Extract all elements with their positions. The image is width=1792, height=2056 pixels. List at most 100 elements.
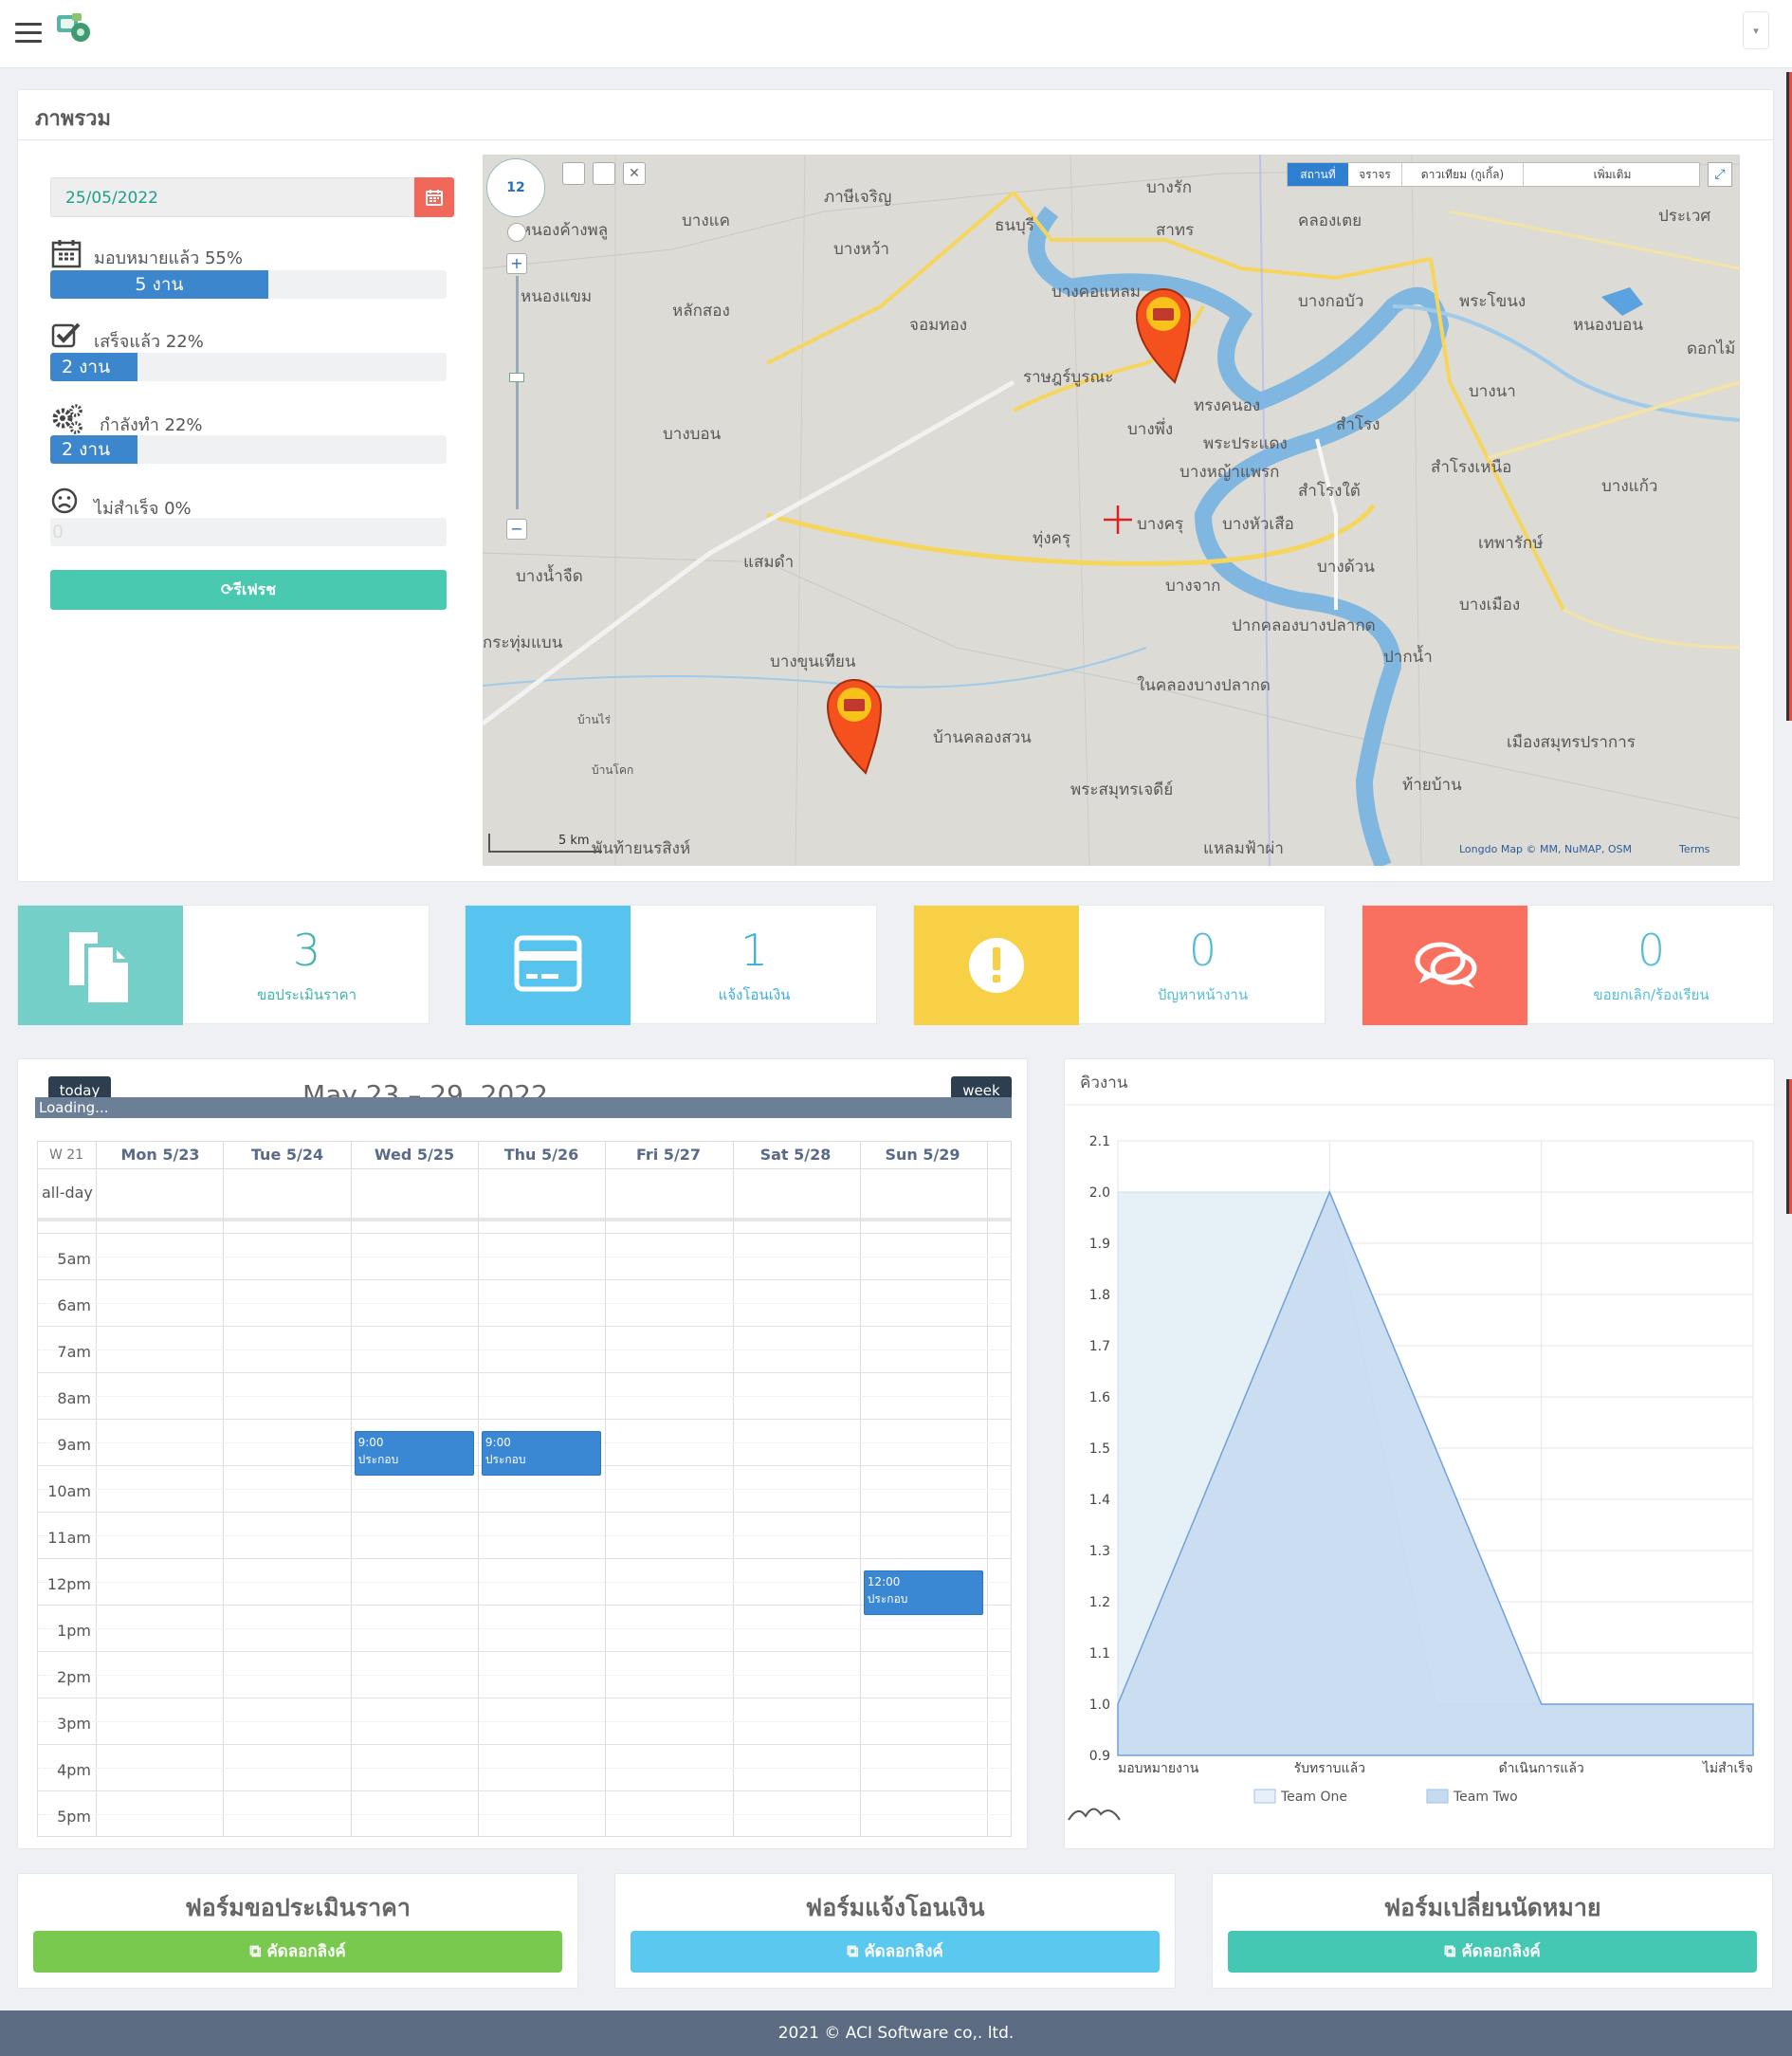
copy-link-button[interactable]: ⧉ คัดลอกลิงค์ (631, 1931, 1160, 1973)
map-zoom-slider[interactable] (516, 276, 519, 509)
calendar-time-label: 9am (57, 1436, 91, 1454)
svg-text:สาทร: สาทร (1156, 221, 1194, 240)
kpi-transfer-label: แจ้งโอนเงิน (718, 986, 791, 1003)
svg-text:ดอกไม้: ดอกไม้ (1687, 339, 1735, 358)
grid-line (477, 1142, 479, 1836)
y-tick-label: 1.6 (1089, 1390, 1110, 1405)
map-view[interactable]: บางรัก สาทร คลองเตย ธนบุรี บางคอแหลม จอม… (483, 155, 1740, 866)
x-tick-label: ไม่สำเร็จ (1702, 1759, 1753, 1776)
map-streetview-icon[interactable] (507, 223, 526, 242)
map-zoom-out-button[interactable]: − (506, 519, 527, 540)
stat-inprogress-progress: 2 งาน (50, 435, 447, 464)
legend-label: Team Two (1453, 1790, 1518, 1805)
calendar-picker-icon[interactable] (414, 177, 454, 217)
svg-text:ธนบุรี: ธนบุรี (995, 216, 1034, 235)
copy-link-label: คัดลอกลิงค์ (266, 1942, 346, 1961)
kpi-cancel-card[interactable]: 0 ขอยกเลิก/ร้องเรียน (1362, 905, 1774, 1025)
kpi-quotation-card[interactable]: 3 ขอประเมินราคา (17, 905, 430, 1025)
stat-assigned-bar: 5 งาน (50, 270, 268, 299)
gears-icon (52, 404, 82, 434)
svg-text:หลักสอง: หลักสอง (672, 302, 730, 321)
calendar-day-header[interactable]: Wed 5/25 (351, 1142, 478, 1168)
date-input[interactable]: 25/05/2022 (50, 177, 414, 217)
map-fullscreen-icon[interactable]: ⤢ (1708, 162, 1732, 187)
queue-chart-panel: คิวงาน 2.1 2.0 1.9 1.8 1.7 1.6 1.5 1.4 1.3 1.2 1.1 1… (1064, 1058, 1776, 1849)
stat-failed-progress: 0 (50, 518, 447, 546)
copy-icon: ⧉ (249, 1942, 267, 1961)
calendar-week-number: W 21 (48, 1147, 84, 1163)
map-canvas[interactable]: บางรัก สาทร คลองเตย ธนบุรี บางคอแหลม จอม… (483, 155, 1740, 866)
map-zoom-handle[interactable] (509, 373, 524, 382)
map-tab-places[interactable]: สถานที่ (1288, 163, 1348, 186)
map-tab-traffic[interactable]: จราจร (1348, 163, 1401, 186)
calendar-event[interactable]: 9:00 ประกอบ (481, 1431, 602, 1476)
grid-line (38, 1419, 1011, 1420)
svg-text:สำโรงเหนือ: สำโรงเหนือ (1431, 457, 1511, 477)
kpi-cancel-value: 0 (1637, 925, 1666, 976)
calendar-day-header[interactable]: Fri 5/27 (605, 1142, 732, 1168)
side-scroll-indicator-2 (1786, 1079, 1792, 1214)
exclamation-circle-icon (914, 906, 1079, 1025)
refresh-button[interactable]: ⟳รีเฟรช (50, 570, 447, 610)
svg-text:บางขุนเทียน: บางขุนเทียน (770, 652, 856, 671)
svg-text:พระประแดง: พระประแดง (1203, 434, 1288, 453)
calendar-event[interactable]: 9:00 ประกอบ (354, 1431, 474, 1476)
map-tab-more[interactable]: เพิ่มเติม (1523, 163, 1701, 186)
user-dropdown[interactable]: ▾ (1743, 11, 1769, 49)
copy-link-label: คัดลอกลิงค์ (864, 1942, 943, 1961)
svg-text:กระทุ่มแบน: กระทุ่มแบน (483, 633, 563, 652)
y-tick-label: 1.1 (1089, 1646, 1110, 1661)
calendar-day-header[interactable]: Mon 5/23 (97, 1142, 224, 1168)
map-clear-icon[interactable]: ✕ (623, 162, 646, 185)
copy-link-button[interactable]: ⧉ คัดลอกลิงค์ (1228, 1931, 1757, 1973)
stat-assigned-progress: 5 งาน (50, 270, 447, 299)
kpi-issue-label: ปัญหาหน้างาน (1157, 986, 1249, 1003)
stat-done-label: เสร็จแล้ว 22% (94, 332, 204, 352)
stat-failed-bar: 0 (52, 522, 64, 542)
kpi-issue-value: 0 (1188, 925, 1217, 976)
quotation-form-card: ฟอร์มขอประเมินราคา ⧉ คัดลอกลิงค์ (17, 1873, 578, 1989)
reschedule-form-title: ฟอร์มเปลี่ยนนัดหมาย (1383, 1894, 1601, 1921)
legend-swatch (1253, 1789, 1276, 1804)
copy-link-label: คัดลอกลิงค์ (1461, 1942, 1541, 1961)
stat-done-progress: 2 งาน (50, 353, 447, 381)
calendar-event[interactable]: 12:00 ประกอบ (863, 1570, 984, 1615)
svg-text:พันท้ายนรสิงห์: พันท้ายนรสิงห์ (592, 839, 690, 858)
svg-text:บางรัก: บางรัก (1146, 178, 1192, 197)
calendar-day-header[interactable]: Thu 5/26 (478, 1142, 605, 1168)
stat-inprogress-bar: 2 งาน (50, 435, 137, 464)
map-area-icon[interactable] (593, 162, 615, 185)
map-pan-control[interactable]: 12 (486, 158, 545, 217)
x-tick-label: รับทราบแล้ว (1294, 1761, 1365, 1776)
chart-title: คิวงาน (1080, 1074, 1128, 1092)
y-tick-label: 1.5 (1089, 1441, 1110, 1457)
calendar-day-header[interactable]: Sun 5/29 (859, 1142, 986, 1168)
copy-link-button[interactable]: ⧉ คัดลอกลิงค์ (33, 1931, 562, 1973)
calendar-event-time: 12:00 (867, 1575, 901, 1588)
y-tick-label: 2.1 (1089, 1134, 1110, 1149)
calendar-day-header[interactable]: Sat 5/28 (732, 1142, 859, 1168)
kpi-cancel-label: ขอยกเลิก/ร้องเรียน (1593, 986, 1710, 1003)
stat-done-bar: 2 งาน (50, 353, 137, 381)
kpi-transfer-card[interactable]: 1 แจ้งโอนเงิน (465, 905, 877, 1025)
svg-text:บ้านคลองสวน: บ้านคลองสวน (933, 728, 1032, 747)
grid-line (38, 1168, 1011, 1169)
calendar-time-label: 2pm (57, 1668, 91, 1686)
app-logo[interactable] (55, 11, 91, 44)
grid-line (38, 1512, 1011, 1513)
y-tick-label: 0.9 (1089, 1749, 1110, 1764)
map-zoom-in-button[interactable]: + (506, 253, 527, 274)
calendar-time-label: 3pm (57, 1715, 91, 1733)
kpi-quotation-value: 3 (292, 925, 321, 976)
map-measure-icon[interactable] (562, 162, 585, 185)
map-tab-satellite[interactable]: ดาวเทียม (กูเกิ้ล) (1401, 163, 1523, 186)
hamburger-menu-icon[interactable] (15, 23, 42, 46)
svg-text:บางครุ: บางครุ (1137, 515, 1183, 534)
stat-assigned-label: มอบหมายแล้ว 55% (94, 248, 243, 268)
map-terms-link[interactable]: Terms (1679, 843, 1710, 855)
grid-line (859, 1142, 861, 1836)
kpi-issue-card[interactable]: 0 ปัญหาหน้างาน (913, 905, 1326, 1025)
calendar-day-header[interactable]: Tue 5/24 (224, 1142, 351, 1168)
map-attribution[interactable]: Longdo Map © MM, NuMAP, OSM (1459, 843, 1632, 855)
svg-text:ราษฎร์บูรณะ: ราษฎร์บูรณะ (1023, 368, 1113, 387)
